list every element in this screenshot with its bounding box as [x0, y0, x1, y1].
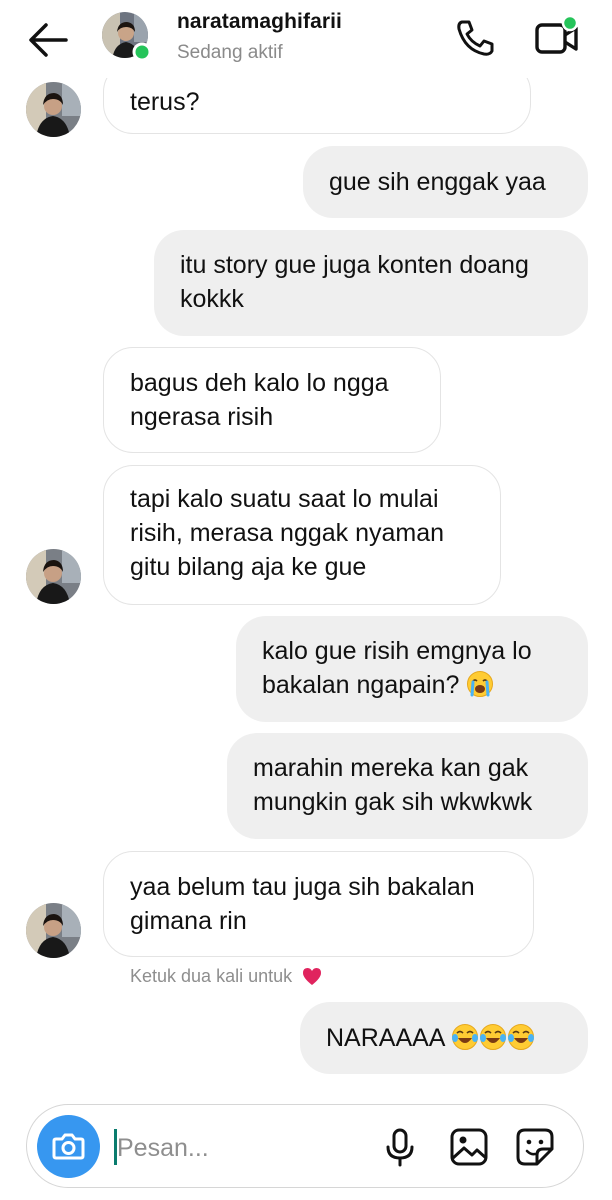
- double-tap-hint: Ketuk dua kali untuk: [130, 966, 323, 987]
- microphone-icon[interactable]: [383, 1127, 417, 1167]
- sent-message[interactable]: itu story gue juga konten doang kokkk: [154, 230, 588, 336]
- chat-username[interactable]: naratamaghifarii: [177, 10, 342, 34]
- sender-avatar[interactable]: [26, 82, 81, 137]
- sent-message[interactable]: gue sih enggak yaa: [303, 146, 588, 218]
- hint-text: Ketuk dua kali untuk: [130, 966, 293, 986]
- header-avatar[interactable]: [102, 12, 150, 60]
- message-text: bagus deh kalo lo ngga ngerasa risih: [130, 369, 389, 431]
- message-text: yaa belum tau juga sih bakalan gimana ri…: [130, 873, 475, 935]
- sender-avatar[interactable]: [26, 549, 81, 604]
- message-text: tapi kalo suatu saat lo mulai risih, mer…: [130, 485, 445, 581]
- received-message[interactable]: bagus deh kalo lo ngga ngerasa risih: [103, 347, 441, 453]
- sender-avatar[interactable]: [26, 903, 81, 958]
- camera-icon: [52, 1133, 85, 1160]
- tears-of-joy-emoji: [508, 1024, 535, 1050]
- crying-face-emoji: [467, 671, 494, 697]
- message-text: itu story gue juga konten doang kokkk: [180, 251, 529, 313]
- tears-of-joy-emoji: [452, 1024, 479, 1050]
- camera-button[interactable]: [37, 1115, 100, 1178]
- received-message[interactable]: tapi kalo suatu saat lo mulai risih, mer…: [103, 465, 501, 605]
- message-text: gue sih enggak yaa: [329, 168, 546, 196]
- sent-message[interactable]: marahin mereka kan gak mungkin gak sih w…: [227, 733, 588, 839]
- message-composer: [26, 1104, 584, 1188]
- video-camera-icon[interactable]: [532, 14, 582, 58]
- chat-header: naratamaghifarii Sedang aktif: [0, 0, 612, 78]
- sent-message[interactable]: NARAAAA: [300, 1002, 588, 1074]
- sent-message[interactable]: kalo gue risih emgnya lo bakalan ngapain…: [236, 616, 588, 722]
- message-text: marahin mereka kan gak mungkin gak sih w…: [253, 754, 533, 816]
- heart-icon: [303, 968, 322, 985]
- sticker-icon[interactable]: [515, 1127, 555, 1167]
- message-input[interactable]: [115, 1125, 369, 1171]
- active-status: Sedang aktif: [177, 42, 283, 63]
- tears-of-joy-emoji: [480, 1024, 507, 1050]
- gallery-icon[interactable]: [449, 1127, 489, 1167]
- message-text: NARAAAA: [326, 1024, 445, 1052]
- back-arrow-icon[interactable]: [26, 20, 70, 60]
- received-message[interactable]: yaa belum tau juga sih bakalan gimana ri…: [103, 851, 534, 957]
- phone-icon[interactable]: [453, 18, 497, 58]
- message-text: terus?: [130, 88, 200, 116]
